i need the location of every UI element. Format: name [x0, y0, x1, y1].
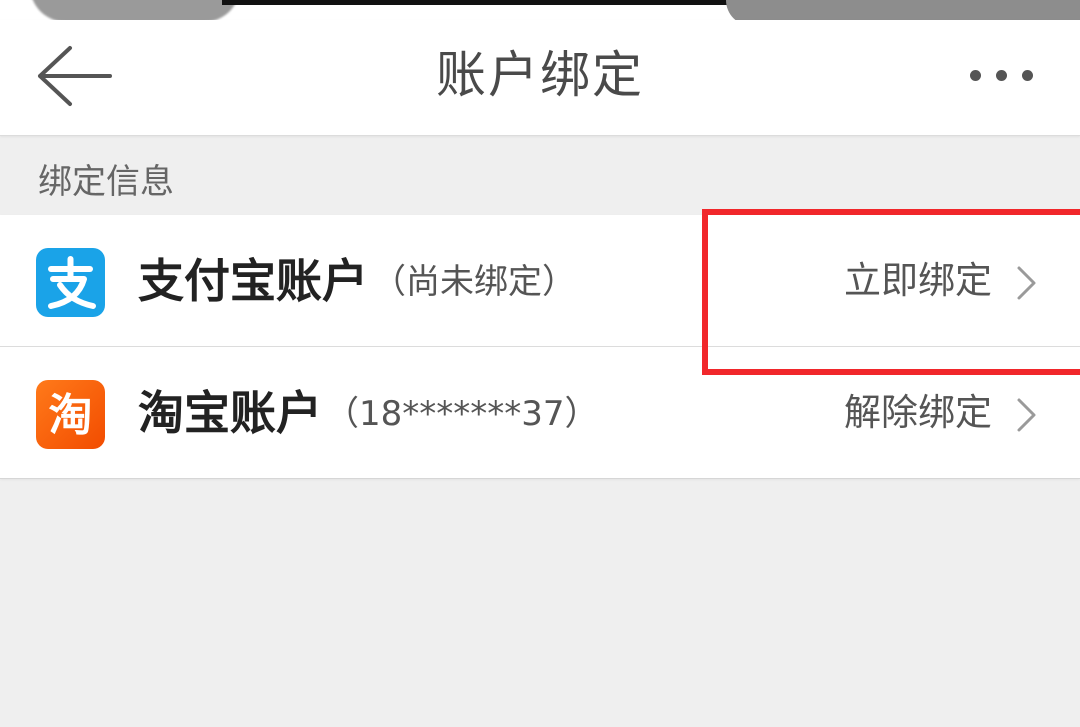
- account-status: （18*******37）: [325, 394, 599, 434]
- account-name: 淘宝账户: [138, 386, 322, 440]
- taobao-icon: 淘: [36, 380, 105, 449]
- more-dot-icon: [1022, 70, 1033, 81]
- bind-now-link[interactable]: 立即绑定: [844, 253, 992, 309]
- section-label: 绑定信息: [38, 162, 174, 202]
- back-button[interactable]: [32, 40, 118, 110]
- account-name: 支付宝账户: [138, 254, 368, 308]
- header: 账户绑定: [0, 20, 1080, 136]
- more-button[interactable]: [962, 56, 1042, 96]
- alipay-account-row[interactable]: 支付宝账户 （尚未绑定） 立即绑定: [0, 215, 1080, 346]
- svg-text:淘: 淘: [49, 390, 93, 441]
- unbind-link[interactable]: 解除绑定: [844, 385, 992, 441]
- more-dot-icon: [996, 70, 1007, 81]
- status-bar-edge: [222, 0, 732, 5]
- chevron-right-icon: [1017, 398, 1036, 432]
- chevron-right-icon: [1017, 266, 1036, 300]
- alipay-icon: [36, 248, 105, 317]
- account-status: （尚未绑定）: [372, 262, 576, 302]
- account-binding-screen: 账户绑定 绑定信息 支付宝账户 （尚未绑定） 立即绑定 淘 淘宝账户 （18**…: [0, 0, 1080, 727]
- more-dot-icon: [970, 70, 981, 81]
- account-list: 支付宝账户 （尚未绑定） 立即绑定 淘 淘宝账户 （18*******37） 解…: [0, 215, 1080, 479]
- page-title: 账户绑定: [436, 46, 644, 104]
- taobao-account-row[interactable]: 淘 淘宝账户 （18*******37） 解除绑定: [0, 346, 1080, 478]
- back-arrow-icon: [38, 46, 112, 106]
- status-bar-left-region: [30, 0, 240, 22]
